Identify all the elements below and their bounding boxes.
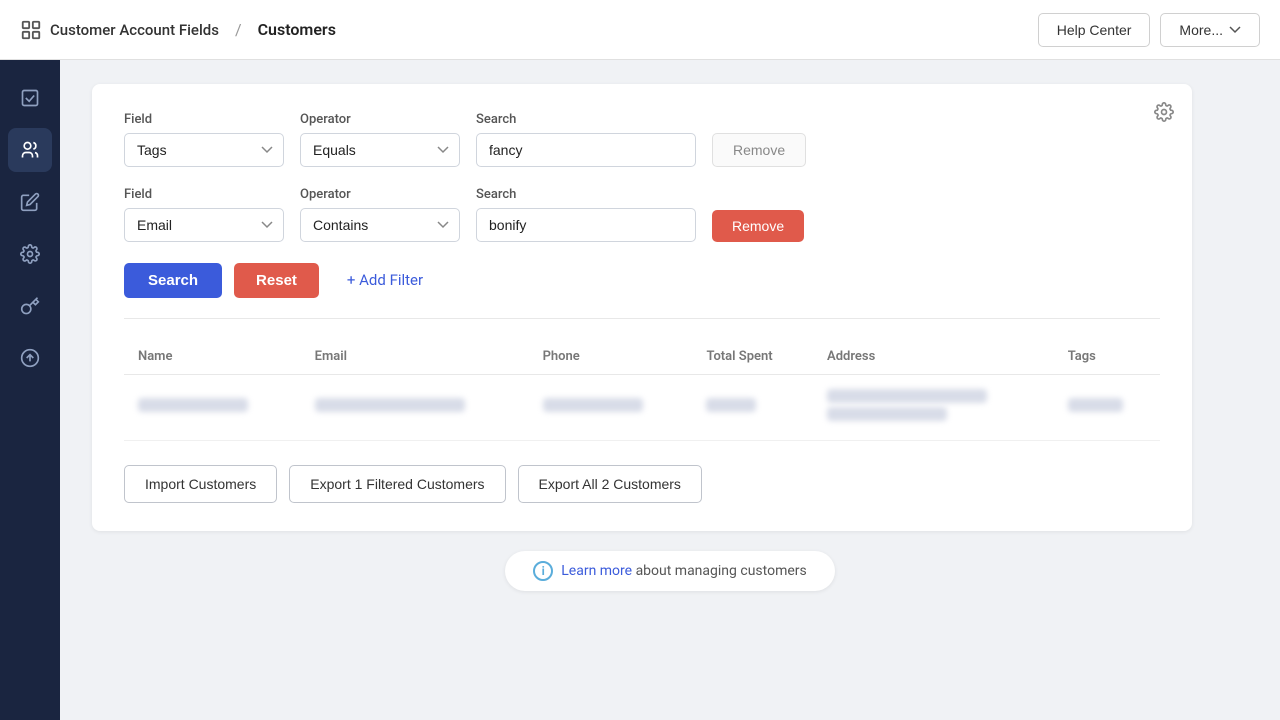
operator-label-1: Operator	[300, 112, 460, 127]
table-row	[124, 375, 1160, 441]
table-divider	[124, 318, 1160, 319]
breadcrumb-sep: /	[235, 20, 242, 39]
sidebar-item-edit[interactable]	[8, 180, 52, 224]
main-layout: Field Tags Email Name Phone Address Oper…	[0, 60, 1280, 720]
import-customers-button[interactable]: Import Customers	[124, 465, 277, 503]
learn-more-text: Learn more about managing customers	[561, 563, 806, 579]
filter-search-group-1: Search	[476, 112, 696, 167]
customers-table: Name Email Phone Total Spent Address Tag…	[124, 339, 1160, 441]
export-filtered-button[interactable]: Export 1 Filtered Customers	[289, 465, 505, 503]
cell-address	[813, 375, 1054, 441]
learn-more-pill: i Learn more about managing customers	[505, 551, 834, 591]
more-button[interactable]: More...	[1160, 13, 1260, 47]
main-card: Field Tags Email Name Phone Address Oper…	[92, 84, 1192, 531]
action-row: Search Reset + Add Filter	[124, 262, 1160, 298]
field-label-1: Field	[124, 112, 284, 127]
blurred-tags	[1068, 398, 1123, 412]
blurred-address2	[827, 407, 947, 421]
remove-button-1[interactable]: Remove	[712, 133, 806, 167]
sidebar	[0, 60, 60, 720]
export-all-button[interactable]: Export All 2 Customers	[518, 465, 702, 503]
filter-field-group-2: Field Email Tags Name Phone Address	[124, 187, 284, 242]
search-input-1[interactable]	[476, 133, 696, 167]
learn-more-bar: i Learn more about managing customers	[92, 551, 1248, 591]
info-icon: i	[533, 561, 553, 581]
add-filter-link[interactable]: + Add Filter	[331, 262, 439, 298]
search-label-1: Search	[476, 112, 696, 127]
operator-select-2[interactable]: Contains Equals Starts with Ends with Do…	[300, 208, 460, 242]
filter-operator-group-1: Operator Equals Contains Starts with End…	[300, 112, 460, 167]
breadcrumb-current: Customers	[258, 20, 336, 39]
blurred-total	[706, 398, 756, 412]
col-name: Name	[124, 339, 301, 375]
col-email: Email	[301, 339, 529, 375]
col-tags: Tags	[1054, 339, 1160, 375]
learn-more-link[interactable]: Learn more	[561, 563, 632, 579]
field-label-2: Field	[124, 187, 284, 202]
cell-phone	[529, 375, 693, 441]
chevron-down-icon	[1229, 26, 1241, 34]
blurred-address	[827, 389, 987, 403]
sidebar-item-checklist[interactable]	[8, 76, 52, 120]
sidebar-item-customers[interactable]	[8, 128, 52, 172]
sidebar-item-key[interactable]	[8, 284, 52, 328]
learn-more-suffix: about managing customers	[636, 563, 807, 579]
filter-operator-group-2: Operator Contains Equals Starts with End…	[300, 187, 460, 242]
field-select-1[interactable]: Tags Email Name Phone Address	[124, 133, 284, 167]
filter-search-group-2: Search	[476, 187, 696, 242]
operator-label-2: Operator	[300, 187, 460, 202]
sidebar-item-upload[interactable]	[8, 336, 52, 380]
customers-table-container: Name Email Phone Total Spent Address Tag…	[124, 339, 1160, 441]
search-label-2: Search	[476, 187, 696, 202]
content-area: Field Tags Email Name Phone Address Oper…	[60, 60, 1280, 720]
search-input-2[interactable]	[476, 208, 696, 242]
field-select-2[interactable]: Email Tags Name Phone Address	[124, 208, 284, 242]
col-address: Address	[813, 339, 1054, 375]
filter-field-group-1: Field Tags Email Name Phone Address	[124, 112, 284, 167]
blurred-email	[315, 398, 465, 412]
cell-email	[301, 375, 529, 441]
operator-select-1[interactable]: Equals Contains Starts with Ends with Do…	[300, 133, 460, 167]
search-button[interactable]: Search	[124, 263, 222, 298]
cell-total-spent	[692, 375, 813, 441]
logo-icon	[20, 19, 42, 41]
reset-button[interactable]: Reset	[234, 263, 319, 298]
col-total-spent: Total Spent	[692, 339, 813, 375]
remove-button-2[interactable]: Remove	[712, 210, 804, 242]
filter-row-2: Field Email Tags Name Phone Address Oper…	[124, 187, 1160, 242]
blurred-name	[138, 398, 248, 412]
cell-name	[124, 375, 301, 441]
bottom-actions: Import Customers Export 1 Filtered Custo…	[124, 465, 1160, 503]
col-phone: Phone	[529, 339, 693, 375]
help-center-button[interactable]: Help Center	[1038, 13, 1151, 47]
header-actions: Help Center More...	[1038, 13, 1260, 47]
gear-button[interactable]	[1154, 102, 1174, 126]
app-name: Customer Account Fields	[50, 21, 219, 39]
blurred-phone	[543, 398, 643, 412]
sidebar-item-settings[interactable]	[8, 232, 52, 276]
app-logo: Customer Account Fields	[20, 19, 219, 41]
cell-tags	[1054, 375, 1160, 441]
header: Customer Account Fields / Customers Help…	[0, 0, 1280, 60]
filter-row-1: Field Tags Email Name Phone Address Oper…	[124, 112, 1160, 167]
